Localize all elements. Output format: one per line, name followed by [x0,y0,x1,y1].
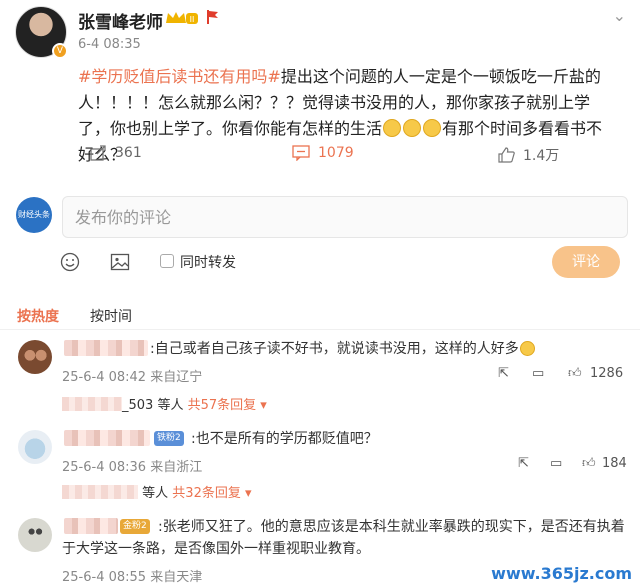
watermark: www.365jz.com [491,564,632,583]
tab-hot[interactable]: 按热度 [17,306,59,326]
comment-icon [292,145,310,161]
sort-tabs: 按热度 按时间 [0,300,640,330]
comment-meta: 25-6-4 08:36 来自浙江 [62,460,203,475]
comment-meta: 25-6-4 08:42 来自辽宁 [62,370,203,385]
emoji-icon [383,119,402,137]
share-icon[interactable]: ⇱ [518,456,529,471]
repost-count: 361 [115,145,142,161]
commenter-avatar[interactable] [18,340,52,374]
crown-level-icon: II [166,12,198,24]
expand-caret-icon[interactable]: ▾ [256,398,267,413]
author-name[interactable]: 张雪峰老师 [78,8,163,33]
repost-button[interactable]: 361 [90,145,142,161]
image-upload-icon[interactable] [110,252,130,272]
repost-icon [90,145,106,161]
author-avatar[interactable]: V [15,6,68,59]
commenter-name-blurred[interactable] [64,430,150,446]
thumbs-up-icon[interactable]: 👍︎ [568,366,582,381]
comment-like-count: 1286 [590,366,624,381]
user-avatar[interactable]: 财经头条 [16,197,52,233]
verified-badge-icon: V [52,43,68,59]
topic-tag-link[interactable]: #学历贬值后读书还有用吗# [78,67,281,86]
thumbs-up-icon[interactable]: 👍︎ [582,456,596,471]
fan-badge: 铁粉2 [154,431,184,446]
comment-meta: 25-6-4 08:55 来自天津 [62,570,203,585]
comment-text: :也不是所有的学历都贬值吧？ [191,431,378,447]
commenter-name-blurred[interactable] [64,340,148,356]
expand-caret-icon[interactable]: ▾ [241,486,252,501]
emoji-icon [519,341,535,356]
post-time: 6-4 08:35 [78,37,141,52]
replier-name-blurred [62,485,138,499]
replier-name-blurred [62,397,122,411]
forward-checkbox[interactable] [160,254,174,268]
reply-suffix: 等人 [142,486,169,501]
comment-button[interactable]: 1079 [292,145,640,161]
emoji-icon [403,119,422,137]
like-button[interactable]: 1.4万 [498,145,559,165]
reply-icon[interactable]: ▭ [532,366,544,381]
comment-count: 1079 [318,145,354,161]
commenter-avatar[interactable] [18,430,52,464]
submit-comment-button[interactable]: 评论 [552,246,620,278]
reply-count-link[interactable]: 共32条回复 [172,486,241,501]
comment-text: :自己或者自己孩子读不好书，就说读书没用，这样的人好多 [150,338,536,360]
weibo-post: V 张雪峰老师 II ⌄ 6-4 08:35 #学历贬值后读书还有用吗#提出这个… [0,0,640,180]
comment-input[interactable] [62,196,628,238]
emoji-icon [423,119,442,137]
comment-like-count: 184 [602,456,627,471]
forward-label: 同时转发 [180,255,236,271]
comment-body: :自己或者自己孩子读不好书，就说读书没用，这样的人好多 [150,341,519,357]
reply-summary[interactable]: _503 等人 共57条回复 ▾ [62,394,267,413]
thumbs-up-icon [498,147,515,163]
reply-suffix: _503 等人 [122,398,184,413]
more-chevron-icon[interactable]: ⌄ [613,6,626,25]
comment-text: :张老师又狂了。他的意思应该是本科生就业率暴跌的现实下，是否还有执着于大学这一条… [62,519,625,557]
like-count: 1.4万 [523,148,560,164]
flag-icon [207,10,218,24]
tab-time[interactable]: 按时间 [90,306,132,326]
reply-summary[interactable]: 等人 共32条回复 ▾ [62,482,252,501]
reply-icon[interactable]: ▭ [550,456,562,471]
comment-tools: 同时转发 评论 [60,246,630,278]
svg-text:II: II [190,15,195,24]
post-actions: 361 1079 1.4万 [0,145,640,169]
commenter-avatar[interactable] [18,518,52,552]
reply-count-link[interactable]: 共57条回复 [188,398,257,413]
emoji-picker-icon[interactable] [60,252,80,272]
share-icon[interactable]: ⇱ [498,366,509,381]
comment-input-row: 财经头条 [16,196,628,240]
